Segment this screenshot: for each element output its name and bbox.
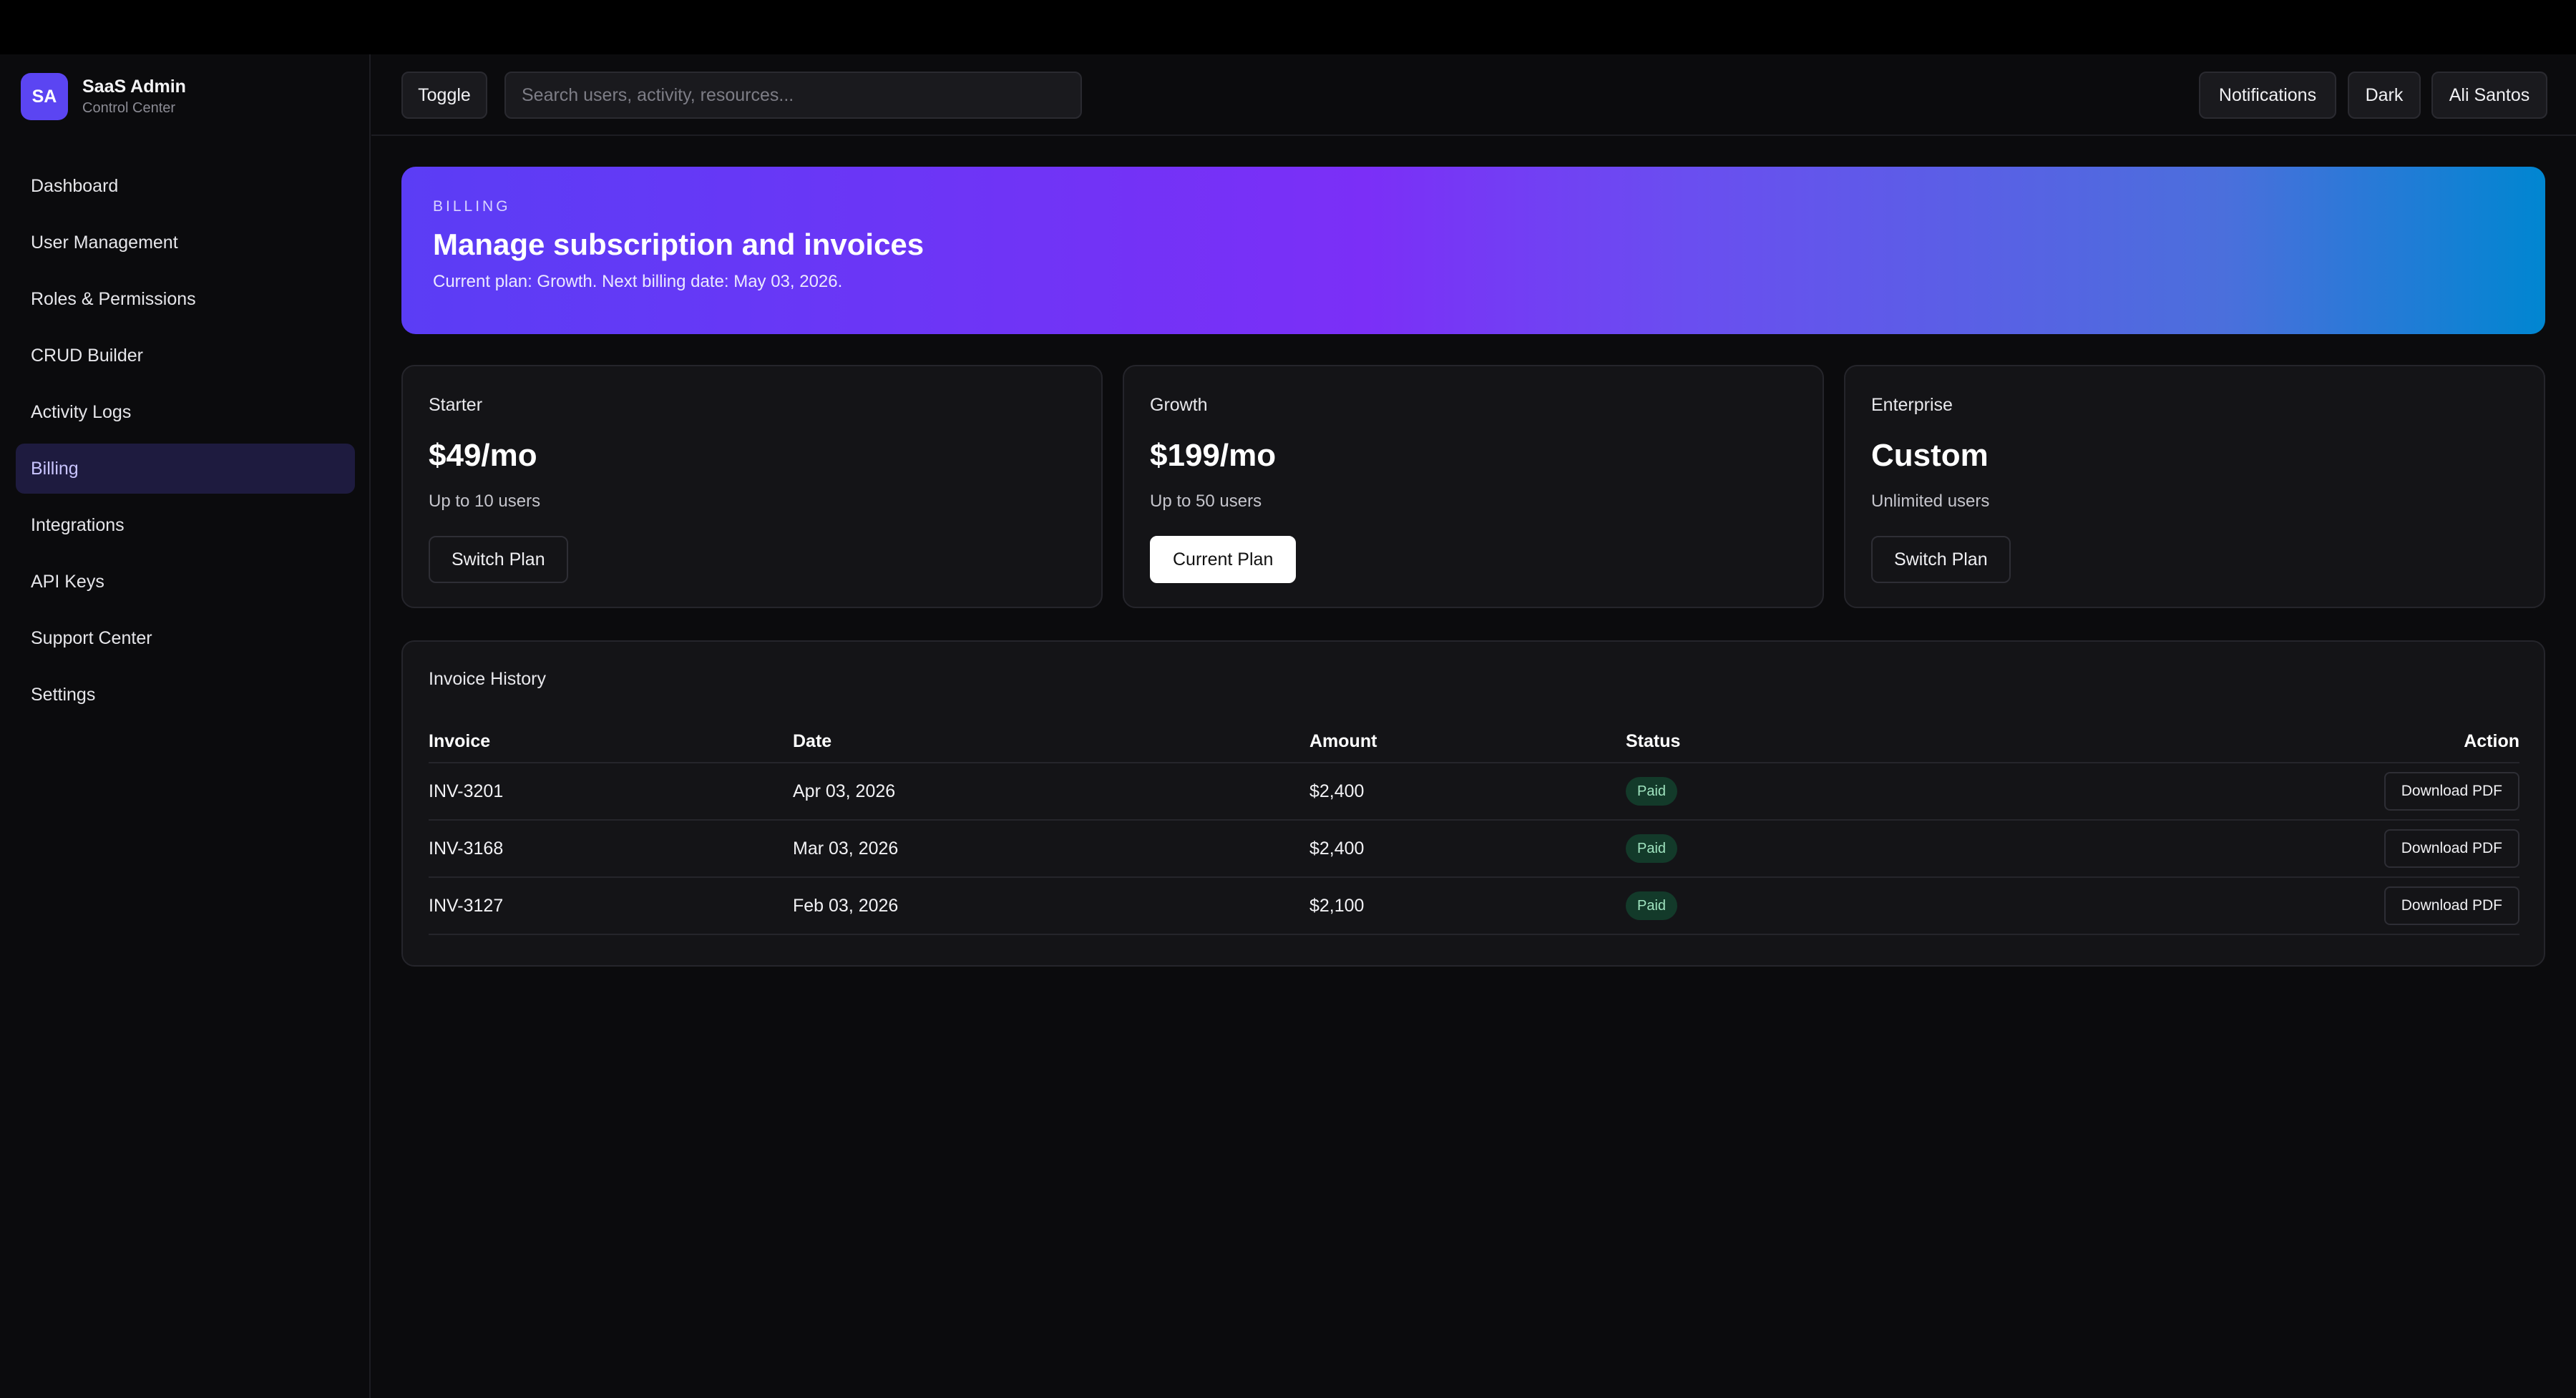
main-content: BILLING Manage subscription and invoices… (401, 167, 2545, 967)
theme-toggle-button[interactable]: Dark (2348, 72, 2421, 119)
plan-card-growth: Growth $199/mo Up to 50 users Current Pl… (1123, 365, 1824, 608)
invoice-amount: $2,100 (1309, 895, 1365, 916)
hero-subtitle: Current plan: Growth. Next billing date:… (433, 272, 843, 291)
page-title: Manage subscription and invoices (433, 228, 924, 261)
column-header-date: Date (793, 730, 832, 751)
brand: SA SaaS Admin Control Center (21, 73, 186, 120)
sidebar: SA SaaS Admin Control Center Dashboard U… (0, 54, 371, 1398)
column-header-amount: Amount (1309, 730, 1377, 751)
invoice-history-title: Invoice History (429, 669, 546, 689)
status-badge: Paid (1626, 777, 1678, 806)
status-badge: Paid (1626, 834, 1678, 863)
plan-name: Starter (429, 395, 483, 415)
plan-users: Unlimited users (1871, 492, 1990, 511)
column-header-status: Status (1626, 730, 1681, 751)
column-header-invoice: Invoice (429, 730, 491, 751)
table-row: INV-3201 Apr 03, 2026 $2,400 Paid Downlo… (429, 763, 2519, 821)
download-pdf-button[interactable]: Download PDF (2384, 886, 2519, 925)
sidebar-item-integrations[interactable]: Integrations (16, 500, 355, 550)
plan-users: Up to 10 users (429, 492, 541, 511)
billing-hero: BILLING Manage subscription and invoices… (401, 167, 2545, 334)
download-pdf-button[interactable]: Download PDF (2384, 829, 2519, 868)
plan-price: $49/mo (429, 438, 537, 473)
toggle-sidebar-button[interactable]: Toggle (401, 72, 487, 119)
switch-plan-button[interactable]: Switch Plan (429, 536, 568, 583)
invoice-date: Feb 03, 2026 (793, 895, 899, 916)
brand-logo: SA (21, 73, 68, 120)
plan-users: Up to 50 users (1150, 492, 1262, 511)
user-menu-button[interactable]: Ali Santos (2431, 72, 2547, 119)
column-header-action: Action (2464, 730, 2519, 751)
plan-name: Enterprise (1871, 395, 1953, 415)
hero-kicker: BILLING (433, 198, 511, 215)
plan-price: Custom (1871, 438, 1989, 473)
invoice-id: INV-3201 (429, 781, 504, 801)
status-badge: Paid (1626, 891, 1678, 920)
invoice-date: Apr 03, 2026 (793, 781, 896, 801)
sidebar-item-settings[interactable]: Settings (16, 670, 355, 720)
sidebar-item-support-center[interactable]: Support Center (16, 613, 355, 663)
sidebar-item-dashboard[interactable]: Dashboard (16, 161, 355, 211)
sidebar-item-activity-logs[interactable]: Activity Logs (16, 387, 355, 437)
download-pdf-button[interactable]: Download PDF (2384, 772, 2519, 811)
search-input[interactable] (504, 72, 1082, 119)
table-row: INV-3127 Feb 03, 2026 $2,100 Paid Downlo… (429, 878, 2519, 935)
sidebar-item-billing[interactable]: Billing (16, 444, 355, 494)
notifications-button[interactable]: Notifications (2199, 72, 2336, 119)
plan-card-starter: Starter $49/mo Up to 10 users Switch Pla… (401, 365, 1103, 608)
brand-name: SaaS Admin (82, 77, 186, 97)
table-header-row: Invoice Date Amount Status Action (429, 720, 2519, 763)
invoice-amount: $2,400 (1309, 781, 1365, 801)
sidebar-item-crud-builder[interactable]: CRUD Builder (16, 331, 355, 381)
sidebar-item-user-management[interactable]: User Management (16, 217, 355, 268)
plan-price: $199/mo (1150, 438, 1277, 473)
invoice-amount: $2,400 (1309, 838, 1365, 859)
invoice-id: INV-3127 (429, 895, 504, 916)
invoice-history-card: Invoice History Invoice Date Amount Stat… (401, 640, 2545, 967)
sidebar-item-roles-permissions[interactable]: Roles & Permissions (16, 274, 355, 324)
plans-grid: Starter $49/mo Up to 10 users Switch Pla… (401, 365, 2545, 608)
invoice-table: Invoice Date Amount Status Action INV-32… (429, 720, 2519, 935)
sidebar-item-api-keys[interactable]: API Keys (16, 557, 355, 607)
plan-card-enterprise: Enterprise Custom Unlimited users Switch… (1844, 365, 2545, 608)
sidebar-nav: Dashboard User Management Roles & Permis… (16, 161, 355, 726)
window-top-strip (0, 0, 2576, 54)
current-plan-button[interactable]: Current Plan (1150, 536, 1297, 583)
invoice-id: INV-3168 (429, 838, 504, 859)
switch-plan-button[interactable]: Switch Plan (1871, 536, 2011, 583)
invoice-date: Mar 03, 2026 (793, 838, 899, 859)
brand-subtitle: Control Center (82, 100, 176, 116)
table-row: INV-3168 Mar 03, 2026 $2,400 Paid Downlo… (429, 821, 2519, 878)
plan-name: Growth (1150, 395, 1208, 415)
top-header: Toggle Notifications Dark Ali Santos (371, 54, 2576, 136)
